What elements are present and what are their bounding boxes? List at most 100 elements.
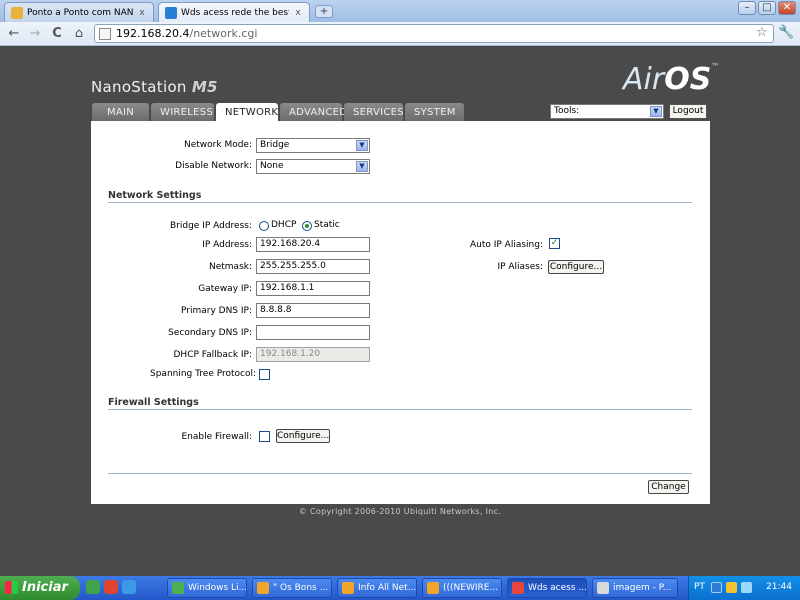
windows-taskbar: Iniciar Windows Li... " Os Bons ... Info… (0, 576, 800, 600)
network-mode-value: Bridge (260, 140, 290, 150)
messenger-icon[interactable] (86, 580, 100, 594)
chevron-down-icon: ▼ (356, 161, 368, 172)
taskbar-item-6[interactable]: imagem - P... (592, 578, 678, 598)
taskbar-item-1[interactable]: Windows Li... (167, 578, 247, 598)
app-icon (342, 582, 354, 594)
taskbar-item-label: Info All Net... (358, 583, 417, 593)
static-radio-label: Static (314, 220, 340, 230)
logo-os: OS (664, 62, 712, 97)
taskbar-item-label: " Os Bons ... (273, 583, 329, 593)
dhcp-radio-label: DHCP (271, 220, 297, 230)
static-radio[interactable] (302, 221, 312, 231)
ip-aliases-configure-button[interactable]: Configure... (548, 260, 604, 274)
ip-aliases-label: IP Aliases: (497, 262, 543, 272)
taskbar-item-3[interactable]: Info All Net... (337, 578, 417, 598)
quick-launch (86, 580, 136, 594)
tab-system[interactable]: SYSTEM (405, 103, 464, 122)
change-button[interactable]: Change (648, 480, 689, 494)
minimize-button[interactable]: – (738, 1, 756, 15)
dhcp-fallback-label: DHCP Fallback IP: (173, 350, 253, 360)
page-icon (99, 27, 111, 40)
maximize-button[interactable]: □ (758, 1, 776, 15)
tab-wireless[interactable]: WIRELESS (151, 103, 214, 122)
device-brand: NanoStation M5 (91, 78, 218, 96)
star-icon[interactable]: ☆ (756, 25, 768, 40)
tab-advanced[interactable]: ADVANCED (280, 103, 347, 122)
language-indicator[interactable]: PT (694, 582, 705, 592)
penguin-icon (11, 6, 23, 19)
logout-button[interactable]: Logout (669, 104, 707, 119)
back-button[interactable]: ← (6, 26, 22, 42)
brand-model: M5 (191, 78, 218, 96)
main-nav-tabs: MAIN WIRELESS NETWORK ADVANCED SERVICES … (92, 103, 464, 122)
browser-tab-1[interactable]: Ponto a Ponto com NANO ... x (4, 2, 154, 22)
netmask-field[interactable]: 255.255.255.0 (256, 259, 370, 274)
app-icon (257, 582, 269, 594)
security-icon[interactable] (726, 582, 737, 593)
new-tab-button[interactable]: + (315, 5, 333, 18)
forward-button[interactable]: → (27, 26, 43, 42)
auto-ip-aliasing-checkbox[interactable]: ✓ (549, 238, 560, 249)
ip-address-label: IP Address: (202, 240, 252, 250)
taskbar-item-4[interactable]: (((NEWIRE... (422, 578, 502, 598)
ip-address-field[interactable]: 192.168.20.4 (256, 237, 370, 252)
start-label: Iniciar (22, 580, 68, 595)
system-tray: PT 21:44 (688, 576, 800, 600)
close-window-button[interactable]: ✕ (778, 1, 796, 15)
taskbar-item-label: Windows Li... (188, 583, 247, 593)
ie-icon[interactable] (122, 580, 136, 594)
disable-network-select[interactable]: None ▼ (256, 159, 370, 174)
start-button[interactable]: Iniciar (0, 576, 80, 600)
close-icon[interactable]: x (137, 8, 147, 18)
primary-dns-label: Primary DNS IP: (181, 306, 252, 316)
bottom-divider (108, 473, 692, 474)
chevron-down-icon: ▼ (356, 140, 368, 151)
tab-main[interactable]: MAIN (92, 103, 149, 122)
firewall-configure-button[interactable]: Configure... (276, 429, 330, 443)
browser-tabstrip: Ponto a Ponto com NANO ... x Wds acess r… (0, 0, 800, 22)
browser-toolbar: ← → C ⌂ 192.168.20.4 /network.cgi ☆ 🔧 (0, 22, 800, 46)
logo-air: Air (623, 62, 665, 97)
firewall-settings-heading: Firewall Settings (108, 397, 199, 408)
home-button[interactable]: ⌂ (71, 26, 87, 42)
tools-select-value: Tools: (554, 106, 580, 116)
tab-services[interactable]: SERVICES (344, 103, 404, 122)
chevron-down-icon: ▼ (650, 106, 662, 117)
app-icon (597, 582, 609, 594)
tab-network[interactable]: NETWORK (216, 103, 278, 122)
bridge-ip-label: Bridge IP Address: (169, 221, 252, 231)
section-divider (108, 409, 692, 410)
taskbar-item-label: Wds acess ... (528, 583, 587, 593)
taskbar-item-2[interactable]: " Os Bons ... (252, 578, 332, 598)
url-path: /network.cgi (189, 27, 258, 40)
browser-tab-2[interactable]: Wds acess rede the best: [... x (158, 2, 310, 22)
auto-ip-aliasing-label: Auto IP Aliasing: (469, 240, 543, 250)
reload-button[interactable]: C (49, 26, 65, 42)
tools-select[interactable]: Tools: ▼ (550, 104, 664, 119)
app-icon (427, 582, 439, 594)
network-icon[interactable] (711, 582, 722, 593)
app-icon (172, 582, 184, 594)
gateway-ip-field[interactable]: 192.168.1.1 (256, 281, 370, 296)
secondary-dns-label: Secondary DNS IP: (168, 328, 252, 338)
volume-icon[interactable] (741, 582, 752, 593)
dhcp-fallback-field: 192.168.1.20 (256, 347, 370, 362)
copyright-footer: © Copyright 2006-2010 Ubiquiti Networks,… (298, 507, 502, 516)
taskbar-item-5[interactable]: Wds acess ... (507, 578, 587, 598)
primary-dns-field[interactable]: 8.8.8.8 (256, 303, 370, 318)
secondary-dns-field[interactable] (256, 325, 370, 340)
browser-icon[interactable] (104, 580, 118, 594)
spanning-tree-checkbox[interactable] (259, 369, 270, 380)
network-mode-label: Network Mode: (184, 140, 252, 150)
wrench-icon[interactable]: 🔧 (778, 25, 794, 40)
dhcp-radio[interactable] (259, 221, 269, 231)
disable-network-value: None (260, 161, 284, 171)
enable-firewall-checkbox[interactable] (259, 431, 270, 442)
network-mode-select[interactable]: Bridge ▼ (256, 138, 370, 153)
window-controls: – □ ✕ (738, 1, 796, 15)
close-icon[interactable]: x (293, 8, 303, 18)
gateway-ip-label: Gateway IP: (198, 284, 252, 294)
airos-logo: AirOS™ (623, 62, 719, 97)
address-bar[interactable]: 192.168.20.4 /network.cgi (94, 24, 774, 43)
windows-flag-icon (5, 581, 18, 594)
